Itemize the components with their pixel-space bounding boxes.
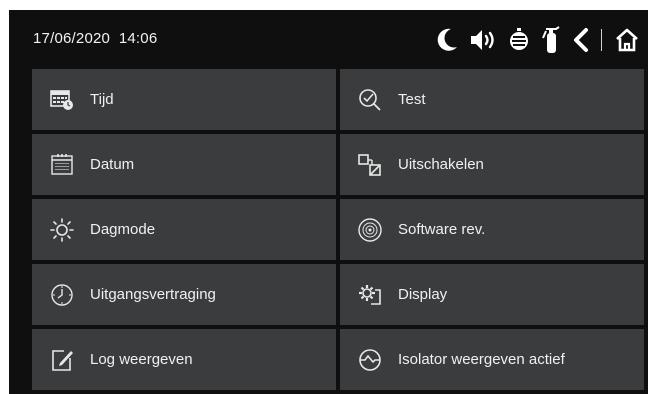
speaker-icon[interactable] xyxy=(469,24,497,56)
menu-item-label: Dagmode xyxy=(90,221,156,238)
status-bar: 17/06/2020 14:06 xyxy=(9,10,648,70)
menu-grid: Tijd Test Datum Uitschakelen Dagmode Sof… xyxy=(32,69,644,390)
disable-icon xyxy=(354,149,386,181)
disc-icon xyxy=(354,214,386,246)
menu-item-label: Uitgangsvertraging xyxy=(90,286,216,303)
menu-item-label: Tijd xyxy=(90,91,114,108)
status-date: 17/06/2020 xyxy=(33,30,111,47)
menu-item-label: Test xyxy=(398,91,426,108)
menu-item-tijd[interactable]: Tijd xyxy=(32,69,336,130)
menu-item-uitgangsvertraging[interactable]: Uitgangsvertraging xyxy=(32,264,336,325)
menu-item-label: Isolator weergeven actief xyxy=(398,351,565,368)
menu-item-label: Log weergeven xyxy=(90,351,193,368)
menu-item-log-weergeven[interactable]: Log weergeven xyxy=(32,329,336,390)
menu-item-test[interactable]: Test xyxy=(340,69,644,130)
menu-item-display[interactable]: Display xyxy=(340,264,644,325)
menu-item-datum[interactable]: Datum xyxy=(32,134,336,195)
clock-icon xyxy=(46,279,78,311)
menu-item-label: Uitschakelen xyxy=(398,156,484,173)
screen: 17/06/2020 14:06 Tijd Test Datum Uitscha… xyxy=(9,10,648,394)
menu-item-dagmode[interactable]: Dagmode xyxy=(32,199,336,260)
calendar-icon xyxy=(46,149,78,181)
menu-item-software-rev[interactable]: Software rev. xyxy=(340,199,644,260)
status-time: 14:06 xyxy=(118,30,158,47)
sounder-icon[interactable] xyxy=(507,24,531,56)
menu-item-label: Datum xyxy=(90,156,135,173)
status-divider xyxy=(601,29,602,51)
menu-item-isolator-weergeven-actief[interactable]: Isolator weergeven actief xyxy=(340,329,644,390)
menu-item-label: Display xyxy=(398,286,448,303)
back-icon[interactable] xyxy=(573,24,589,56)
menu-item-uitschakelen[interactable]: Uitschakelen xyxy=(340,134,644,195)
date-time: 17/06/2020 14:06 xyxy=(33,30,157,47)
test-magnifier-icon xyxy=(354,84,386,116)
edit-log-icon xyxy=(46,344,78,376)
sun-icon xyxy=(46,214,78,246)
status-icons xyxy=(435,24,640,56)
home-icon[interactable] xyxy=(614,24,640,56)
extinguisher-icon[interactable] xyxy=(541,24,563,56)
gear-display-icon xyxy=(354,279,386,311)
moon-icon[interactable] xyxy=(435,24,459,56)
calendar-clock-icon xyxy=(46,84,78,116)
isolator-icon xyxy=(354,344,386,376)
menu-item-label: Software rev. xyxy=(398,221,486,238)
